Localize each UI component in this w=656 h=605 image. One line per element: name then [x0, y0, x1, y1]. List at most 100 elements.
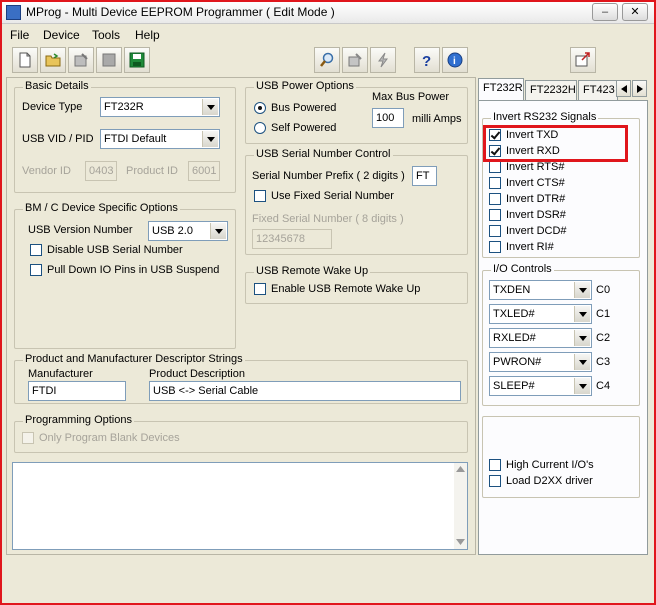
pull-down-label: Pull Down IO Pins in USB Suspend: [47, 264, 220, 276]
new-button[interactable]: [12, 47, 38, 73]
exit-button[interactable]: [570, 47, 596, 73]
menu-file[interactable]: File: [10, 28, 29, 42]
invert-cts-label: Invert CTS#: [506, 177, 565, 189]
svg-text:?: ?: [422, 53, 431, 68]
search-button[interactable]: [314, 47, 340, 73]
chevron-down-icon: [202, 99, 218, 115]
tab-ft232r[interactable]: FT232R: [478, 78, 524, 101]
minimize-button[interactable]: –: [592, 3, 618, 21]
pull-down-checkbox[interactable]: [30, 264, 42, 276]
invert-dsr-checkbox[interactable]: [489, 209, 501, 221]
erase-button[interactable]: [342, 47, 368, 73]
bus-powered-radio[interactable]: [254, 102, 266, 114]
invert-dtr-checkbox[interactable]: [489, 193, 501, 205]
high-current-label: High Current I/O's: [506, 459, 594, 471]
device-type-select[interactable]: FT232R: [100, 97, 220, 117]
tab-scroll-right-button[interactable]: [632, 80, 647, 97]
io-c2-select[interactable]: RXLED#: [489, 328, 592, 348]
chevron-down-icon: [574, 282, 590, 298]
chevron-down-icon: [202, 131, 218, 147]
self-powered-radio[interactable]: [254, 122, 266, 134]
max-bus-power-field[interactable]: 100: [372, 108, 404, 128]
disable-serial-label: Disable USB Serial Number: [47, 244, 183, 256]
new-file-icon: [19, 52, 31, 68]
disable-serial-checkbox[interactable]: [30, 244, 42, 256]
log-scrollbar[interactable]: [454, 463, 467, 549]
io-c1-select[interactable]: TXLED#: [489, 304, 592, 324]
invert-dcd-label: Invert DCD#: [506, 225, 567, 237]
save-button[interactable]: [124, 47, 150, 73]
chevron-down-icon: [210, 223, 226, 239]
descriptor-title: Product and Manufacturer Descriptor Stri…: [23, 353, 245, 365]
io-c4-label: C4: [596, 380, 611, 392]
tab-scroll-left-button[interactable]: [616, 80, 631, 97]
milli-amps-label: milli Amps: [412, 113, 462, 125]
menu-tools[interactable]: Tools: [92, 28, 120, 42]
scroll-up-icon[interactable]: [456, 466, 465, 472]
exit-icon: [575, 52, 590, 67]
high-current-checkbox[interactable]: [489, 459, 501, 471]
invert-dcd-checkbox[interactable]: [489, 225, 501, 237]
open-folder-icon: [45, 53, 61, 67]
blank-only-checkbox[interactable]: [22, 432, 34, 444]
enable-remote-wake-label: Enable USB Remote Wake Up: [271, 283, 421, 295]
serial-control-title: USB Serial Number Control: [254, 148, 393, 160]
programming-options-title: Programming Options: [23, 414, 134, 426]
menu-help[interactable]: Help: [135, 28, 160, 42]
stop-icon: [102, 53, 116, 67]
vendor-id-field[interactable]: 0403: [85, 161, 117, 181]
about-button[interactable]: i: [442, 47, 468, 73]
menu-device[interactable]: Device: [43, 28, 80, 42]
log-textarea[interactable]: [12, 462, 468, 550]
invert-signals-title: Invert RS232 Signals: [491, 111, 599, 123]
product-description-field[interactable]: USB <-> Serial Cable: [149, 381, 461, 401]
info-icon: i: [447, 52, 463, 68]
scroll-down-icon[interactable]: [456, 539, 465, 545]
io-c1-label: C1: [596, 308, 611, 320]
toolbar: ? i: [8, 47, 652, 75]
io-c0-label: C0: [596, 284, 611, 296]
invert-rts-checkbox[interactable]: [489, 161, 501, 173]
enable-remote-wake-checkbox[interactable]: [254, 283, 266, 295]
tab-ft2232h[interactable]: FT2232H: [525, 80, 577, 100]
search-icon: [320, 52, 334, 67]
bus-powered-label: Bus Powered: [271, 102, 337, 114]
close-button[interactable]: ✕: [622, 3, 648, 21]
invert-cts-checkbox[interactable]: [489, 177, 501, 189]
invert-ri-label: Invert RI#: [506, 241, 554, 253]
open-button[interactable]: [40, 47, 66, 73]
io-c3-select[interactable]: PWRON#: [489, 352, 592, 372]
remote-wake-title: USB Remote Wake Up: [254, 265, 371, 277]
serial-prefix-field[interactable]: FT: [412, 166, 437, 186]
invert-ri-checkbox[interactable]: [489, 241, 501, 253]
program-button[interactable]: [370, 47, 396, 73]
help-button[interactable]: ?: [414, 47, 440, 73]
basic-details-title: Basic Details: [23, 80, 91, 92]
window-title: MProg - Multi Device EEPROM Programmer (…: [26, 5, 335, 19]
io-c3-label: C3: [596, 356, 611, 368]
chevron-down-icon: [574, 378, 590, 394]
load-d2xx-checkbox[interactable]: [489, 475, 501, 487]
chevron-down-icon: [574, 354, 590, 370]
max-bus-power-label: Max Bus Power: [372, 91, 450, 103]
usb-version-select[interactable]: USB 2.0: [148, 221, 228, 241]
invert-dsr-label: Invert DSR#: [506, 209, 566, 221]
title-bar: MProg - Multi Device EEPROM Programmer (…: [2, 2, 654, 24]
fixed-serial-field[interactable]: 12345678: [252, 229, 332, 249]
product-id-field[interactable]: 6001: [188, 161, 220, 181]
vid-pid-select[interactable]: FTDI Default: [100, 129, 220, 149]
product-description-label: Product Description: [149, 368, 245, 380]
device-type-label: Device Type: [22, 101, 83, 113]
edit-button[interactable]: [68, 47, 94, 73]
product-id-label: Product ID: [126, 165, 178, 177]
tab-ft423[interactable]: FT423: [578, 80, 618, 100]
use-fixed-serial-checkbox[interactable]: [254, 190, 266, 202]
invert-rts-label: Invert RTS#: [506, 161, 565, 173]
serial-prefix-label: Serial Number Prefix ( 2 digits ): [252, 170, 405, 182]
io-c0-select[interactable]: TXDEN: [489, 280, 592, 300]
bm-options-title: BM / C Device Specific Options: [23, 202, 180, 214]
svg-text:i: i: [453, 56, 456, 67]
io-c4-select[interactable]: SLEEP#: [489, 376, 592, 396]
stop-button[interactable]: [96, 47, 122, 73]
manufacturer-field[interactable]: FTDI: [28, 381, 126, 401]
